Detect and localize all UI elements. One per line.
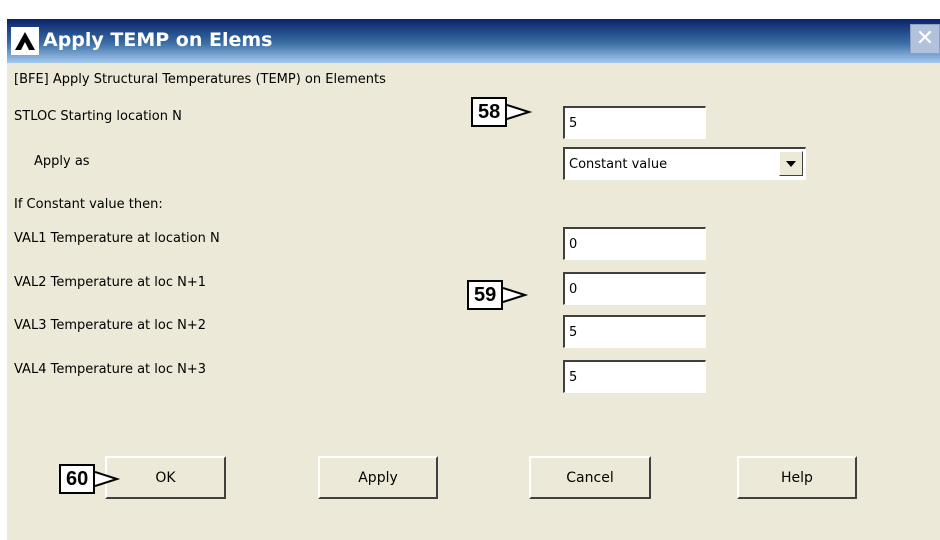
callout-58-label: 58 <box>471 97 508 127</box>
stloc-label: STLOC Starting location N <box>14 109 182 124</box>
callout-60: 60 <box>59 464 121 494</box>
chevron-down-icon <box>786 160 796 167</box>
dropdown-arrow-button[interactable] <box>779 151 803 176</box>
ansys-logo-icon <box>11 27 39 55</box>
apply-as-dropdown[interactable]: Constant value <box>563 147 806 180</box>
apply-as-label: Apply as <box>34 154 90 169</box>
val2-label: VAL2 Temperature at loc N+1 <box>14 275 207 290</box>
dialog-description: [BFE] Apply Structural Temperatures (TEM… <box>14 72 386 87</box>
callout-59: 59 <box>467 280 529 310</box>
callout-58: 58 <box>471 97 533 127</box>
close-button[interactable]: ✕ <box>910 24 940 54</box>
ok-button[interactable]: OK <box>105 456 226 499</box>
apply-as-selected-value: Constant value <box>569 157 668 172</box>
stloc-input[interactable]: 5 <box>563 106 706 139</box>
val2-input[interactable]: 0 <box>563 272 706 305</box>
val3-label: VAL3 Temperature at loc N+2 <box>14 318 207 333</box>
callout-59-label: 59 <box>467 280 504 310</box>
close-icon: ✕ <box>915 26 935 51</box>
callout-arrow-icon <box>503 287 529 303</box>
val3-input[interactable]: 5 <box>563 315 706 348</box>
callout-60-label: 60 <box>59 464 96 494</box>
val4-label: VAL4 Temperature at loc N+3 <box>14 362 207 377</box>
help-button[interactable]: Help <box>737 456 857 499</box>
window-title: Apply TEMP on Elems <box>43 29 273 51</box>
callout-arrow-icon <box>95 471 121 487</box>
title-bar[interactable]: Apply TEMP on Elems ✕ <box>7 19 940 63</box>
callout-arrow-icon <box>507 104 533 120</box>
val1-label: VAL1 Temperature at location N <box>14 231 220 246</box>
cancel-button[interactable]: Cancel <box>529 456 651 499</box>
val4-input[interactable]: 5 <box>563 360 706 393</box>
val1-input[interactable]: 0 <box>563 227 706 260</box>
apply-button[interactable]: Apply <box>318 456 438 499</box>
if-constant-label: If Constant value then: <box>14 197 163 212</box>
